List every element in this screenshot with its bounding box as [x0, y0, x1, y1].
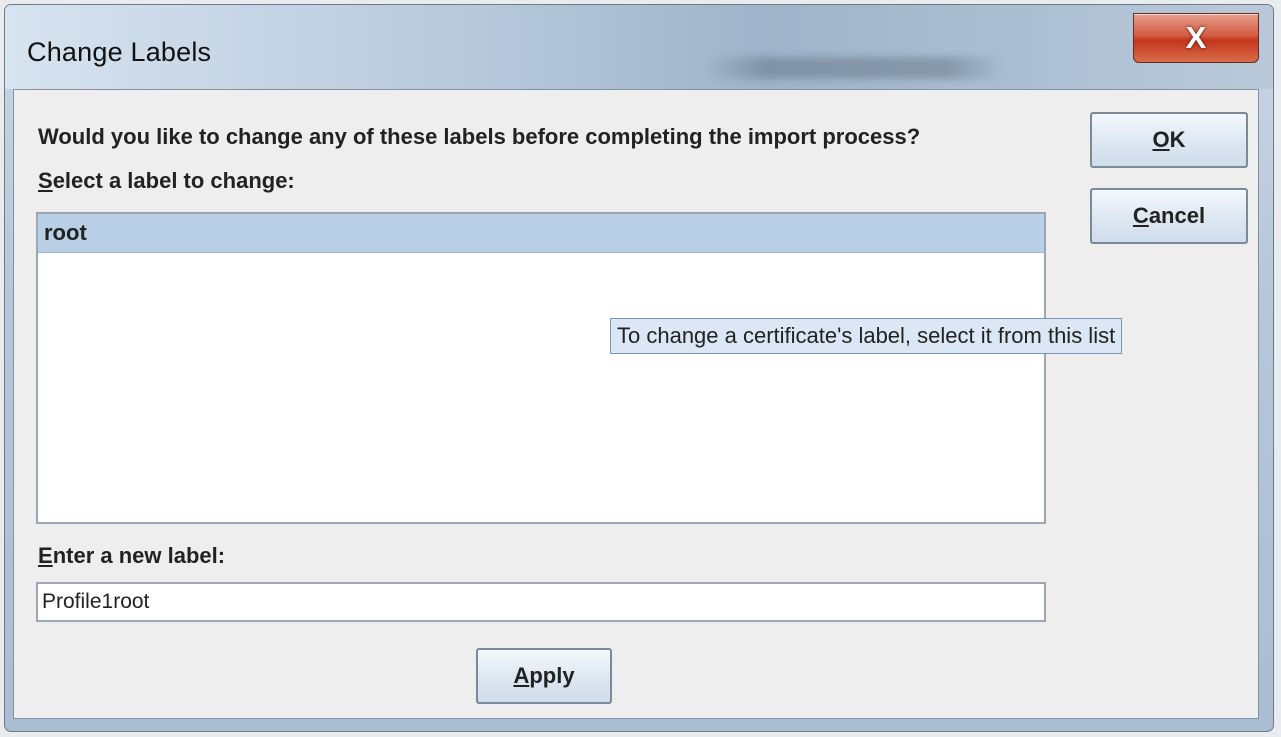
list-item[interactable]: root	[38, 214, 1044, 253]
window-title: Change Labels	[27, 37, 212, 67]
cancel-button[interactable]: Cancel	[1090, 188, 1248, 244]
blurred-background-text	[705, 57, 1005, 79]
new-label-text: nter a new label:	[52, 543, 226, 568]
labels-listbox[interactable]: root	[36, 212, 1046, 524]
close-icon: X	[1185, 20, 1207, 55]
ok-button[interactable]: OK	[1090, 112, 1248, 168]
title-bar[interactable]: Change Labels X	[5, 5, 1273, 89]
apply-mnemonic: A	[513, 663, 530, 688]
apply-button[interactable]: Apply	[476, 648, 612, 704]
ok-mnemonic: O	[1152, 127, 1170, 152]
new-label-mnemonic: E	[38, 543, 53, 568]
change-labels-dialog: Change Labels X Would you like to change…	[4, 4, 1274, 732]
listbox-tooltip: To change a certificate's label, select …	[610, 318, 1123, 354]
prompt-text: Would you like to change any of these la…	[38, 124, 921, 149]
apply-label: pply	[529, 663, 575, 688]
close-button[interactable]: X	[1133, 13, 1259, 63]
cancel-label: ancel	[1148, 203, 1206, 228]
new-label-caption: Enter a new label:	[38, 543, 225, 569]
select-label-caption: Select a label to change:	[38, 168, 295, 194]
ok-label: K	[1169, 127, 1186, 152]
new-label-input[interactable]	[36, 582, 1046, 622]
dialog-content: Would you like to change any of these la…	[13, 89, 1259, 719]
select-label-text: elect a label to change:	[52, 168, 295, 193]
select-label-mnemonic: S	[38, 168, 53, 193]
cancel-mnemonic: C	[1132, 203, 1149, 228]
